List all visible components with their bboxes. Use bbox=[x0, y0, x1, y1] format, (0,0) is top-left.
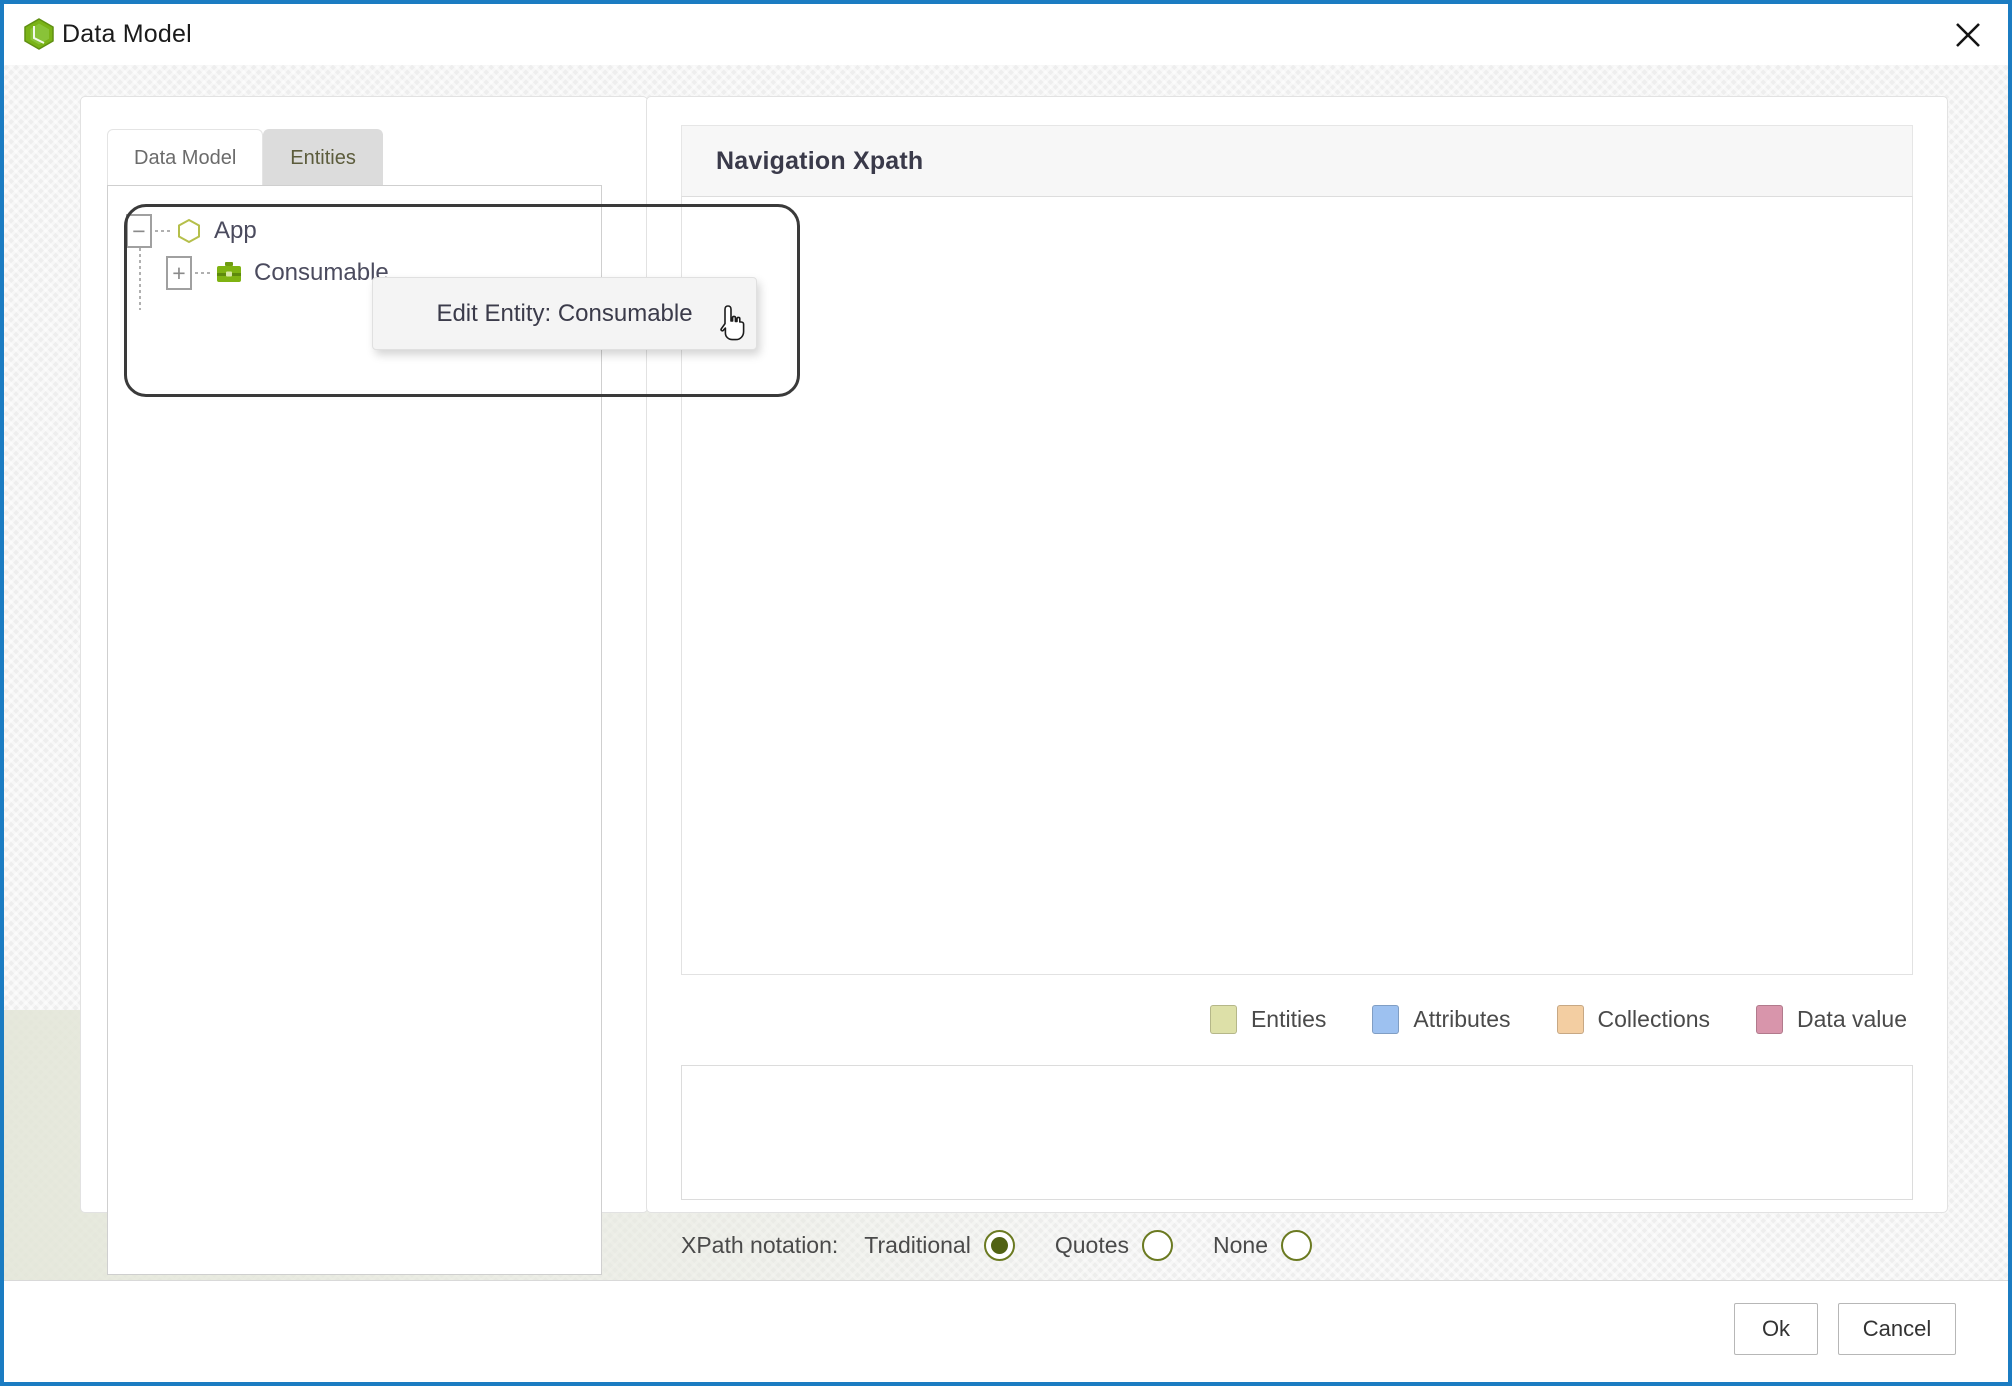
data-value-color-swatch bbox=[1756, 1004, 1784, 1034]
legend-item-attributes: Attributes bbox=[1372, 1004, 1511, 1034]
legend: Entities Attributes Collections Data val… bbox=[681, 992, 1913, 1046]
xpath-notation-label: XPath notation: bbox=[681, 1231, 839, 1258]
tree-node-consumable-label: Consumable bbox=[254, 259, 389, 286]
radio-none[interactable] bbox=[1280, 1229, 1312, 1261]
xpath-value-input[interactable] bbox=[681, 1065, 1913, 1200]
entities-color-swatch bbox=[1209, 1004, 1237, 1034]
plus-icon: + bbox=[172, 259, 186, 286]
radio-option-none[interactable]: None bbox=[1213, 1229, 1312, 1261]
hexagon-cube-logo-icon bbox=[22, 17, 56, 51]
legend-item-entities: Entities bbox=[1209, 1004, 1327, 1034]
collapse-toggle-app[interactable]: − bbox=[126, 214, 152, 248]
legend-label-attributes: Attributes bbox=[1413, 1005, 1511, 1032]
tree-connector-dots bbox=[155, 230, 171, 232]
legend-label-entities: Entities bbox=[1250, 1005, 1327, 1032]
minus-icon: − bbox=[132, 217, 146, 244]
window-title: Data Model bbox=[62, 20, 192, 48]
tab-entities-label: Entities bbox=[290, 146, 356, 169]
left-panel: Data Model Entities − App + Consumable bbox=[80, 96, 648, 1275]
tree-node-app[interactable]: − App bbox=[126, 214, 257, 248]
radio-label-quotes: Quotes bbox=[1054, 1231, 1129, 1258]
tab-data-model-label: Data Model bbox=[134, 146, 237, 169]
tab-strip: Data Model Entities bbox=[107, 129, 383, 186]
radio-option-quotes[interactable]: Quotes bbox=[1054, 1229, 1173, 1261]
legend-label-data-value: Data value bbox=[1797, 1005, 1907, 1032]
hexagon-outline-icon bbox=[174, 217, 204, 245]
context-menu[interactable]: Edit Entity: Consumable bbox=[372, 277, 757, 350]
cancel-button[interactable]: Cancel bbox=[1838, 1303, 1956, 1355]
dialog-footer: Ok Cancel bbox=[4, 1280, 2008, 1382]
navigation-xpath-canvas[interactable] bbox=[681, 197, 1913, 975]
context-menu-item-edit-entity[interactable]: Edit Entity: Consumable bbox=[436, 300, 692, 328]
tree-node-app-label: App bbox=[214, 217, 257, 244]
radio-label-traditional: Traditional bbox=[864, 1231, 971, 1258]
data-model-dialog-window: Data Model Data Model Entities − App + C… bbox=[0, 0, 2012, 1386]
navigation-xpath-header: Navigation Xpath bbox=[681, 125, 1913, 197]
tree-connector-dots bbox=[195, 272, 211, 274]
page-title: Navigation Xpath bbox=[716, 146, 924, 175]
legend-item-data-value: Data value bbox=[1756, 1004, 1907, 1034]
briefcase-icon bbox=[214, 259, 244, 287]
tree-connector-line bbox=[139, 248, 141, 310]
legend-label-collections: Collections bbox=[1597, 1005, 1711, 1032]
radio-label-none: None bbox=[1213, 1231, 1268, 1258]
right-panel: Navigation Xpath Entities Attributes Col… bbox=[646, 96, 1948, 1261]
attributes-color-swatch bbox=[1372, 1004, 1400, 1034]
title-bar: Data Model bbox=[4, 4, 2008, 65]
legend-item-collections: Collections bbox=[1556, 1004, 1711, 1034]
radio-option-traditional[interactable]: Traditional bbox=[864, 1229, 1015, 1261]
tree-node-consumable[interactable]: + Consumable bbox=[166, 256, 389, 290]
radio-quotes[interactable] bbox=[1142, 1229, 1173, 1261]
ok-button[interactable]: Ok bbox=[1734, 1303, 1818, 1355]
expand-toggle-consumable[interactable]: + bbox=[166, 256, 192, 290]
tab-data-model[interactable]: Data Model bbox=[107, 129, 264, 186]
radio-traditional[interactable] bbox=[983, 1229, 1015, 1261]
collections-color-swatch bbox=[1556, 1004, 1584, 1034]
tab-entities[interactable]: Entities bbox=[263, 129, 383, 186]
xpath-notation-row: XPath notation: Traditional Quotes None bbox=[681, 1219, 1352, 1271]
close-icon[interactable] bbox=[1936, 8, 2000, 62]
